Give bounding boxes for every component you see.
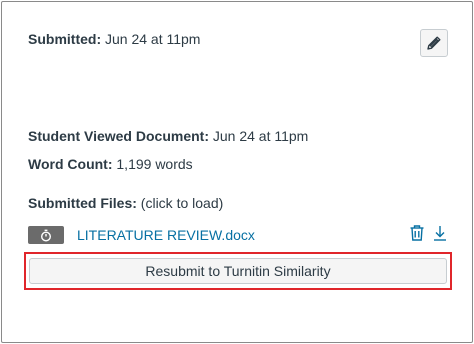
file-item: LITERATURE REVIEW.docx <box>28 224 450 246</box>
submitted-files-hint: (click to load) <box>140 195 224 211</box>
stopwatch-icon <box>40 229 52 242</box>
download-icon[interactable] <box>432 224 448 242</box>
resubmit-highlight: Resubmit to Turnitin Similarity <box>24 252 452 290</box>
submitted-files-label: Submitted Files: <box>28 195 137 211</box>
word-count-row: Word Count: 1,199 words <box>28 155 193 173</box>
trash-icon[interactable] <box>408 224 426 242</box>
submission-details-panel: Submitted: Jun 24 at 11pm Student Viewed… <box>1 1 473 343</box>
file-status-badge <box>28 226 64 244</box>
resubmit-turnitin-button[interactable]: Resubmit to Turnitin Similarity <box>29 258 447 284</box>
viewed-row: Student Viewed Document: Jun 24 at 11pm <box>28 127 308 145</box>
submitted-row: Submitted: Jun 24 at 11pm <box>28 30 200 48</box>
word-count-value: 1,199 words <box>116 156 193 172</box>
file-link[interactable]: LITERATURE REVIEW.docx <box>77 226 255 244</box>
viewed-value: Jun 24 at 11pm <box>212 128 309 144</box>
edit-button[interactable] <box>420 29 448 57</box>
submitted-files-row: Submitted Files: (click to load) <box>28 194 223 212</box>
word-count-label: Word Count: <box>28 156 113 172</box>
pencil-icon <box>427 36 441 50</box>
viewed-label: Student Viewed Document: <box>28 128 209 144</box>
submitted-value: Jun 24 at 11pm <box>105 31 201 47</box>
submitted-label: Submitted: <box>28 31 102 47</box>
